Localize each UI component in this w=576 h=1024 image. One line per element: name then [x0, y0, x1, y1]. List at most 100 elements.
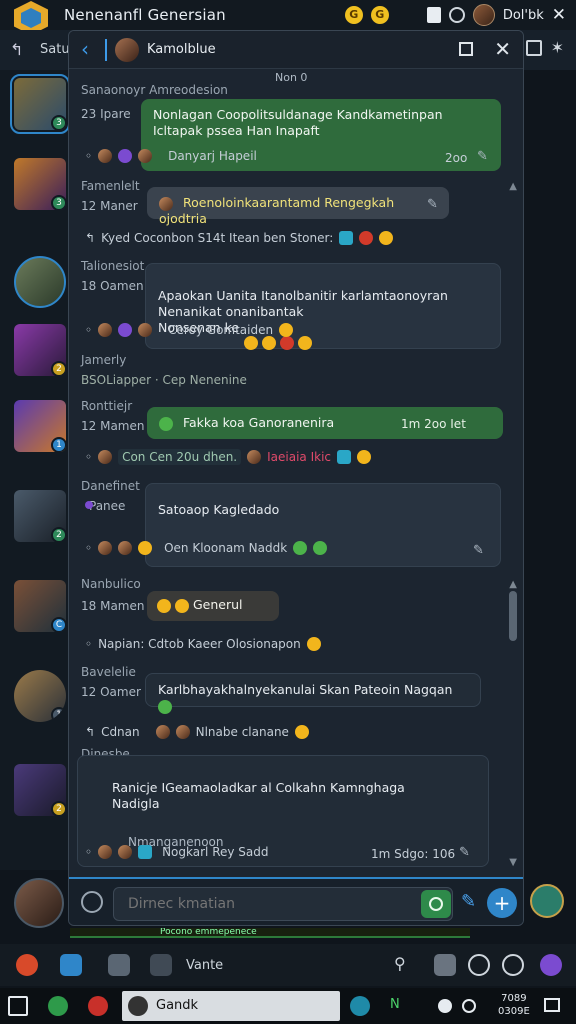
apps-icon[interactable]	[540, 954, 562, 976]
close-icon[interactable]: ✕	[494, 37, 511, 61]
coin-icon[interactable]: G	[344, 6, 363, 24]
scrollbar-thumb[interactable]	[509, 591, 517, 641]
status-strip: Pocono emmepenece	[70, 928, 470, 938]
message-bubble[interactable]: Roenoloinkaarantamd Rengegkah ojodtria	[147, 187, 449, 226]
contact-rail: 3 3 2 1 2 C 1 2	[0, 70, 72, 870]
tools-icon[interactable]	[150, 954, 172, 976]
message-field[interactable]	[113, 887, 453, 921]
notification-icon[interactable]	[544, 998, 560, 1012]
reaction-icon[interactable]	[339, 231, 354, 245]
edit-pencil-icon[interactable]: ✎	[477, 149, 488, 164]
contact-avatar[interactable]: 3	[14, 158, 66, 210]
tray-icon[interactable]	[462, 999, 476, 1013]
reaction-row: ↰ Kyed Coconbon S14t Itean ben Stoner:	[85, 231, 394, 245]
browser-icon[interactable]	[16, 954, 38, 976]
reaction-icon[interactable]	[138, 541, 153, 555]
window-icon[interactable]	[526, 40, 542, 56]
contact-avatar[interactable]: 2	[14, 324, 66, 376]
coin-icon[interactable]: G	[370, 6, 389, 24]
reaction-icon[interactable]	[379, 231, 394, 245]
document-icon[interactable]	[426, 7, 441, 23]
notes-icon[interactable]	[434, 954, 456, 976]
maximize-icon[interactable]	[459, 42, 473, 56]
reaction-icon[interactable]	[138, 845, 153, 859]
contact-avatar[interactable]: C	[14, 580, 66, 632]
tray-icon[interactable]	[438, 999, 452, 1013]
taskbar: Gandk N 7089 0309E	[0, 988, 576, 1024]
contact-avatar[interactable]: 1	[14, 670, 66, 722]
active-task[interactable]: Gandk	[122, 991, 340, 1021]
back-icon[interactable]: ↰	[10, 40, 23, 59]
back-chevron-icon[interactable]: ‹	[81, 37, 89, 61]
scroll-down-icon[interactable]: ▼	[509, 857, 517, 868]
message-sender: Nanbulico	[81, 577, 141, 591]
clock[interactable]: 7089 0309E	[498, 992, 530, 1018]
user-name[interactable]: Dol'bk	[503, 8, 544, 23]
reaction-icon[interactable]	[359, 231, 374, 245]
message-input[interactable]	[114, 888, 414, 920]
reaction-icon[interactable]	[294, 725, 309, 739]
avatar	[138, 323, 153, 337]
message-sender: Danefinet	[81, 479, 140, 493]
store-icon[interactable]	[108, 954, 130, 976]
pencil-icon[interactable]: ✎	[461, 891, 476, 912]
reaction-icon[interactable]	[357, 450, 372, 464]
add-button[interactable]: +	[487, 888, 517, 918]
reaction-icon[interactable]	[118, 149, 133, 163]
settings-icon[interactable]	[81, 891, 103, 913]
edit-pencil-icon[interactable]: ✎	[459, 845, 470, 860]
reaction-icon[interactable]	[293, 541, 308, 555]
reaction-icon	[174, 598, 189, 613]
reaction-icon[interactable]	[118, 323, 133, 337]
message-time: 12 Maner	[81, 199, 138, 213]
user-avatar[interactable]	[472, 4, 495, 26]
contact-avatar[interactable]: 1	[14, 400, 66, 452]
reaction-icon[interactable]	[279, 323, 294, 337]
avatar	[118, 845, 133, 859]
dock-search-label[interactable]: Vante	[186, 958, 223, 973]
app-icon[interactable]	[350, 996, 370, 1016]
avatar	[175, 725, 190, 739]
reaction-icon[interactable]	[337, 450, 352, 464]
reaction-icon[interactable]	[306, 637, 321, 651]
scroll-up-icon[interactable]: ▲	[509, 579, 517, 590]
emoji-button[interactable]	[421, 890, 451, 918]
close-window-button[interactable]: ✕	[552, 5, 566, 25]
contact-avatar[interactable]	[115, 38, 139, 62]
current-user-avatar[interactable]	[6, 870, 66, 936]
app-icon[interactable]	[88, 996, 108, 1016]
reaction-icon	[158, 699, 172, 714]
chat-icon[interactable]	[468, 954, 490, 976]
contact-avatar[interactable]: 3	[10, 74, 70, 134]
message-text: Satoaop Kagledado	[158, 502, 280, 517]
contact-avatar[interactable]	[14, 256, 66, 308]
app-icon[interactable]	[48, 996, 68, 1016]
star-icon[interactable]: ✶	[551, 38, 564, 57]
reaction-row: ◦ Oen Kloonam Naddk	[85, 541, 328, 555]
compass-icon[interactable]	[530, 884, 564, 918]
scroll-up-icon[interactable]: ▲	[509, 181, 517, 192]
title-bar: Nenenanfl Genersian G G Dol'bk ✕	[0, 0, 576, 35]
home-icon[interactable]	[60, 954, 82, 976]
reaction-label: Cdnan	[101, 725, 140, 739]
reaction-icon[interactable]	[313, 541, 328, 555]
reaction-label: Iaeiaia Ikic	[267, 450, 332, 464]
contact-avatar[interactable]: 2	[14, 490, 66, 542]
toolbar-label: Satu	[40, 42, 70, 57]
message-bubble[interactable]: Generul	[147, 591, 279, 621]
reaction-label: Kyed Coconbon S14t Itean ben Stoner:	[101, 231, 334, 245]
clock-line: 0309E	[498, 1006, 530, 1017]
refresh-icon[interactable]	[448, 7, 465, 23]
reaction-label: Napian: Cdtob Kaeer Olosionapon	[98, 637, 301, 651]
search-icon[interactable]: ⚲	[394, 954, 416, 976]
message-time: 18 Mamen	[81, 599, 145, 613]
status-dot	[85, 501, 93, 509]
edit-pencil-icon[interactable]: ✎	[427, 197, 438, 212]
message-text: Karlbhayakhalnyekanulai Skan Pateoin Nag…	[158, 682, 453, 697]
contact-name: Kamolblue	[147, 42, 216, 57]
message-bubble[interactable]: Karlbhayakhalnyekanulai Skan Pateoin Nag…	[145, 673, 481, 714]
contact-avatar[interactable]: 2	[14, 764, 66, 816]
clock-icon[interactable]	[502, 954, 524, 976]
edit-pencil-icon[interactable]: ✎	[473, 543, 484, 558]
start-icon[interactable]	[8, 996, 28, 1016]
